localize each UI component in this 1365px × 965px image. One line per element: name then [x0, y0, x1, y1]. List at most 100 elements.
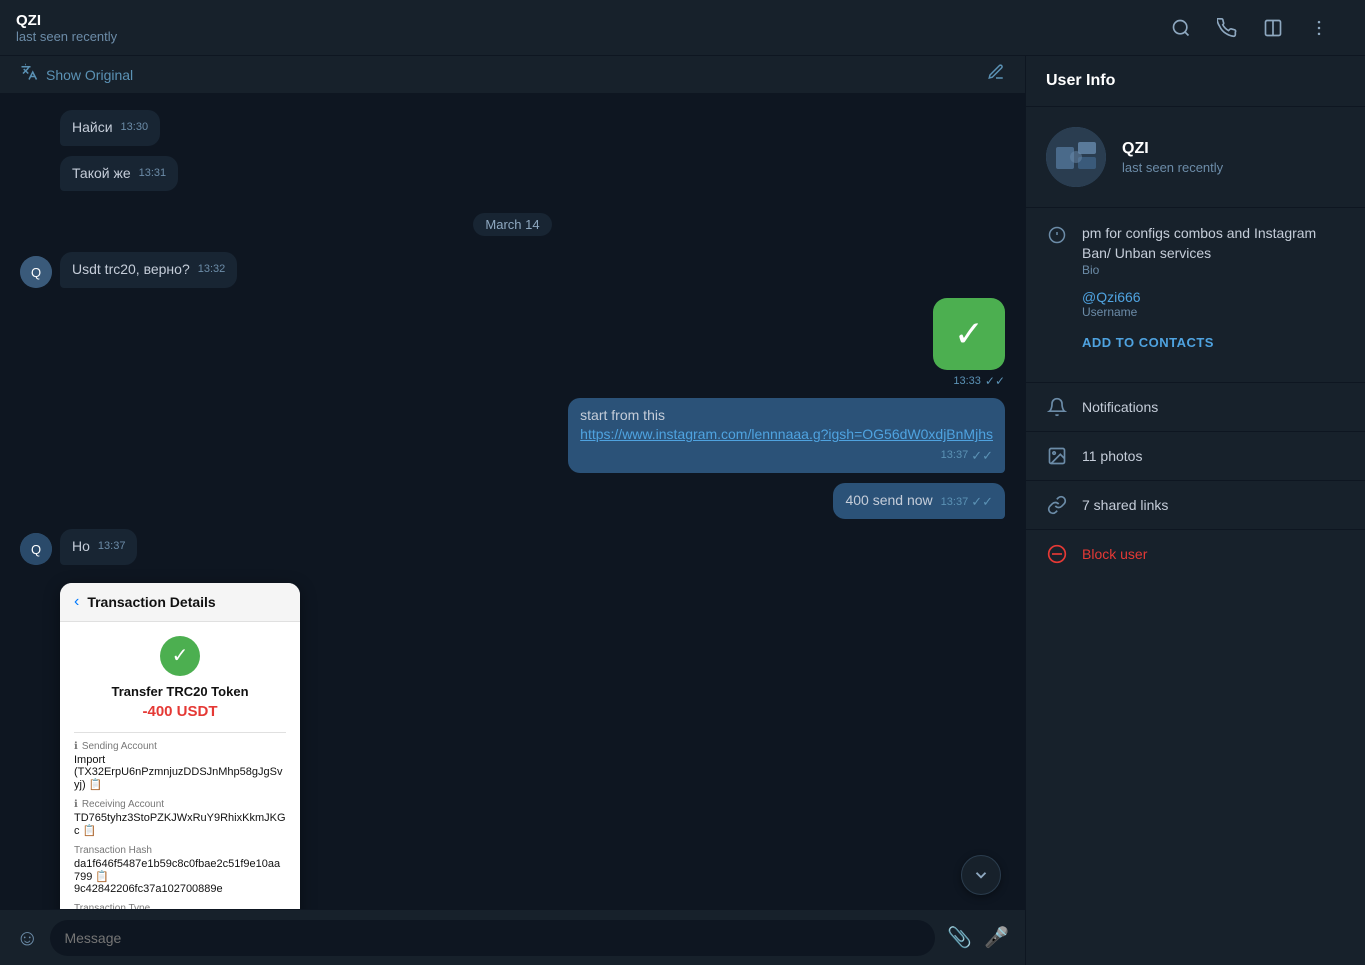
photos-count: 11 photos [1082, 448, 1142, 464]
message-bubble: Usdt trc20, верно? 13:32 [60, 252, 237, 288]
message-text: Такой же [72, 165, 131, 181]
add-contacts-row: ADD TO CONTACTS [1046, 331, 1345, 354]
header-actions [1167, 14, 1333, 42]
user-avatar [1046, 127, 1106, 187]
message-input-container [50, 920, 935, 956]
tx-title: Transaction Details [87, 594, 215, 610]
message-bubble: Такой же 13:31 [60, 156, 178, 192]
tx-body: ✓ Transfer TRC20 Token -400 USDT ℹSendin… [60, 622, 300, 909]
table-row: Найси 13:30 [20, 110, 1005, 146]
layout-icon[interactable] [1259, 14, 1287, 42]
tx-sending-label: ℹSending Account [74, 741, 286, 752]
tx-receiving-label: ℹReceiving Account [74, 799, 286, 810]
chat-title: QZI [16, 12, 1167, 29]
voice-button[interactable]: 🎤 [984, 925, 1009, 950]
svg-text:Q: Q [31, 265, 41, 280]
bio-label: Bio [1082, 263, 1345, 277]
transaction-card: ‹ Transaction Details ✓ Transfer TRC20 T… [60, 583, 300, 909]
shared-links-row[interactable]: 7 shared links [1026, 481, 1365, 530]
user-name: QZI [1122, 140, 1223, 158]
tx-checkmark: ✓ [172, 643, 189, 668]
call-icon[interactable] [1213, 14, 1241, 42]
user-profile-section: QZI last seen recently [1026, 107, 1365, 208]
tx-amount: -400 USDT [74, 703, 286, 720]
chat-area: Show Original Найси 13:30 Так [0, 56, 1025, 965]
message-text: Но [72, 538, 90, 554]
tx-receiving-value: TD765tyhz3StoPZKJWxRuY9RhixKkmJKGc 📋 [74, 812, 286, 837]
read-icon: ✓✓ [971, 493, 993, 511]
notifications-row[interactable]: Notifications [1026, 383, 1365, 432]
tx-sending-value: Import(TX32ErpU6nPzmnjuzDDSJnMhp58gJgSvy… [74, 754, 286, 791]
username-text[interactable]: @Qzi666 [1082, 289, 1141, 305]
read-icon: ✓✓ [971, 447, 993, 465]
add-to-contacts-button[interactable]: ADD TO CONTACTS [1082, 331, 1214, 354]
links-icon [1046, 495, 1068, 515]
svg-text:Q: Q [31, 542, 41, 557]
tx-hash-label: Transaction Hash [74, 845, 286, 856]
table-row: Q Usdt trc20, верно? 13:32 [20, 252, 1005, 288]
more-options-icon[interactable] [1305, 14, 1333, 42]
messages-container: Найси 13:30 Такой же 13:31 March 14 Q [0, 94, 1025, 909]
user-profile-info: QZI last seen recently [1122, 140, 1223, 175]
attach-button[interactable]: 📎 [947, 925, 972, 950]
tx-token-name: Transfer TRC20 Token [74, 684, 286, 699]
message-bubble: 400 send now 13:37 ✓✓ [833, 483, 1005, 519]
message-input[interactable] [64, 930, 921, 946]
chat-header: QZI last seen recently [0, 0, 1365, 56]
username-block: @Qzi666 Username [1082, 289, 1141, 319]
message-bubble: Но 13:37 [60, 529, 137, 565]
show-original-label[interactable]: Show Original [46, 67, 133, 83]
message-bubble: Найси 13:30 [60, 110, 160, 146]
block-icon [1046, 544, 1068, 564]
translate-icon [20, 63, 38, 86]
bell-icon [1046, 397, 1068, 417]
panel-title-bar: User Info [1026, 56, 1365, 107]
message-time: 13:30 [121, 120, 149, 135]
table-row: 400 send now 13:37 ✓✓ [20, 483, 1005, 519]
bio-text-block: pm for configs combos and Instagram Ban/… [1082, 224, 1345, 277]
bio-row: pm for configs combos and Instagram Ban/… [1046, 224, 1345, 277]
message-time: 13:37 ✓✓ [941, 447, 993, 465]
translation-settings-icon[interactable] [987, 63, 1005, 86]
message-link[interactable]: https://www.instagram.com/lennnaaa.g?igs… [580, 426, 993, 442]
notifications-label: Notifications [1082, 399, 1158, 415]
search-icon[interactable] [1167, 14, 1195, 42]
date-divider: March 14 [20, 213, 1005, 236]
message-input-area: ☺ 📎 🎤 [0, 909, 1025, 965]
info-icon [1046, 226, 1068, 244]
message-time: 13:31 [139, 166, 167, 181]
message-text: 400 send now [845, 492, 932, 508]
message-text: Найси [72, 119, 113, 135]
bio-section: pm for configs combos and Instagram Ban/… [1026, 208, 1365, 383]
translation-bar: Show Original [0, 56, 1025, 94]
panel-title: User Info [1046, 72, 1115, 89]
bio-text: pm for configs combos and Instagram Ban/… [1082, 224, 1345, 263]
username-row: @Qzi666 Username [1046, 289, 1345, 319]
tx-hash-value: da1f646f5487e1b59c8c0fbae2c51f9e10aa799 … [74, 858, 286, 895]
message-text: start from this https://www.instagram.co… [580, 406, 993, 445]
emoji-button[interactable]: ☺ [16, 925, 38, 951]
sticker-bubble: ✓ [933, 298, 1005, 370]
tx-success-circle: ✓ [160, 636, 200, 676]
table-row: Такой же 13:31 [20, 156, 1005, 192]
photos-row[interactable]: 11 photos [1026, 432, 1365, 481]
tx-header: ‹ Transaction Details [60, 583, 300, 622]
message-time: 13:33 [953, 375, 981, 387]
block-user-label: Block user [1082, 546, 1147, 562]
tx-back-button[interactable]: ‹ [74, 593, 79, 611]
message-time: 13:37 ✓✓ [941, 493, 993, 511]
table-row: start from this https://www.instagram.co… [20, 398, 1005, 473]
table-row: Q Но 13:37 [20, 529, 1005, 565]
avatar: Q [20, 256, 52, 288]
date-badge: March 14 [473, 213, 551, 236]
block-user-row[interactable]: Block user [1026, 530, 1365, 578]
chat-header-info: QZI last seen recently [16, 12, 1167, 44]
message-text: Usdt trc20, верно? [72, 261, 190, 277]
scroll-to-bottom-button[interactable] [961, 855, 1001, 895]
photos-icon [1046, 446, 1068, 466]
chat-status: last seen recently [16, 29, 1167, 44]
username-label: Username [1082, 305, 1141, 319]
message-time: 13:37 [98, 539, 126, 554]
message-time: 13:32 [198, 262, 226, 277]
message-bubble: start from this https://www.instagram.co… [568, 398, 1005, 473]
